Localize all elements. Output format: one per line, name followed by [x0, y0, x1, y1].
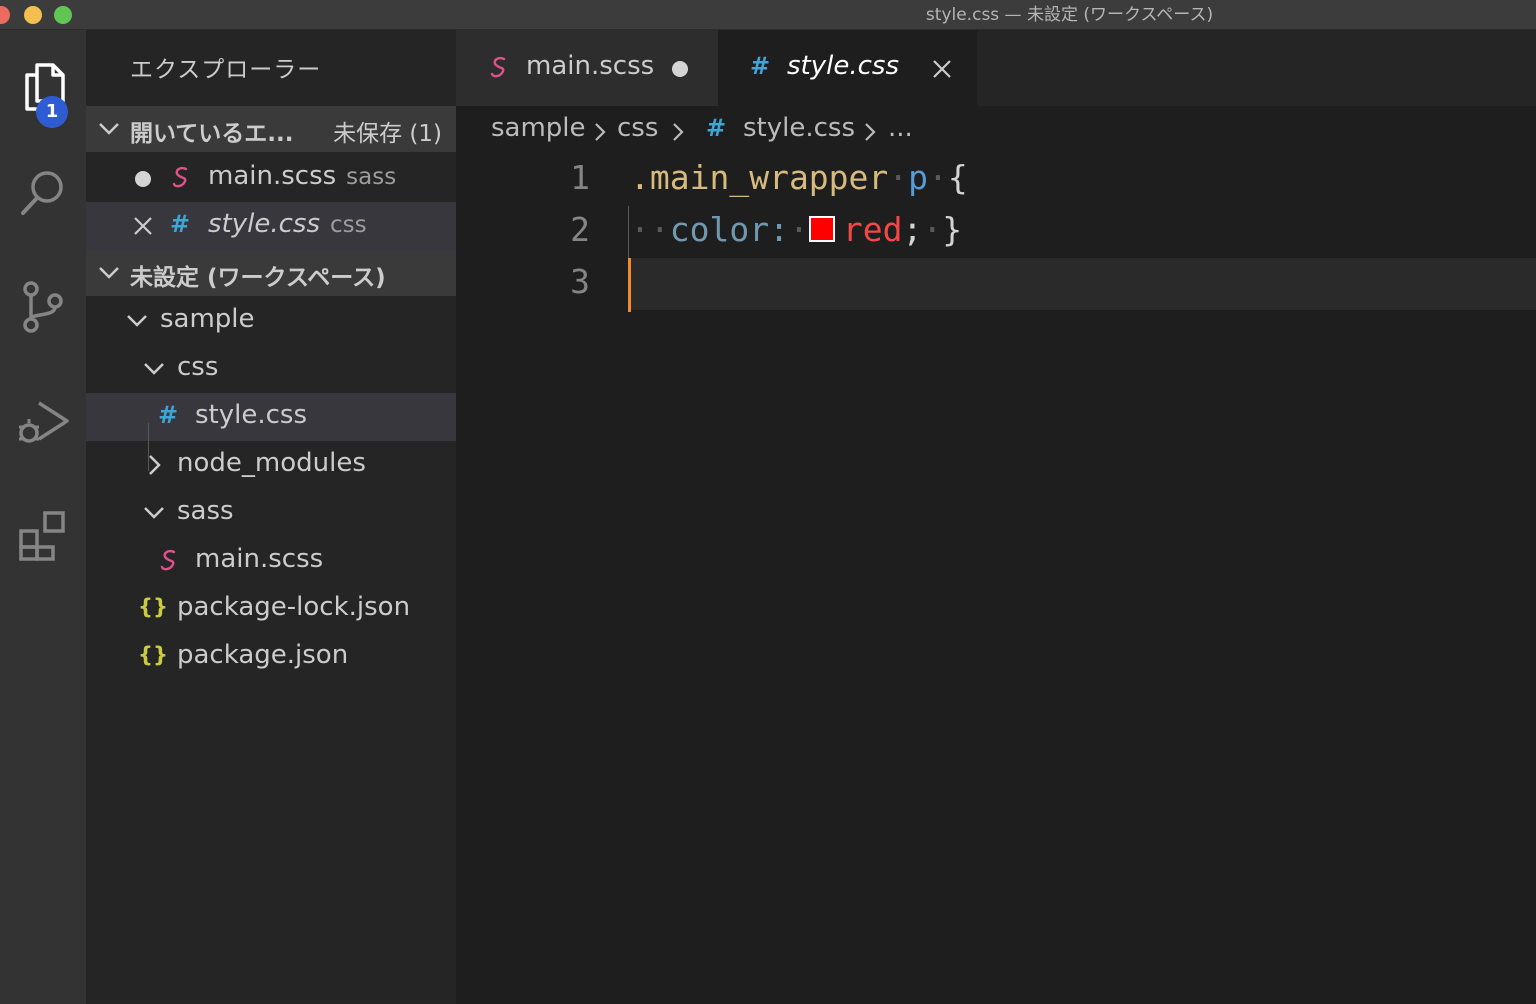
current-line-highlight [628, 258, 1536, 310]
activity-search[interactable] [0, 148, 86, 238]
tree-item-label: css [177, 352, 219, 382]
code-editor[interactable]: 1 2 3 .main_wrapper·p·{ ··color:· red;·} [456, 154, 1536, 1004]
open-editor-detail: css [330, 212, 367, 238]
modified-dot-icon[interactable] [135, 171, 151, 187]
json-icon: {} [138, 595, 168, 619]
chevron-right-icon [149, 455, 161, 475]
search-icon [21, 171, 63, 215]
text-cursor [628, 258, 631, 312]
line-number: 1 [570, 158, 590, 197]
extensions-icon [19, 511, 65, 561]
tree-item-sass[interactable]: sass [86, 489, 456, 537]
css-icon: # [158, 401, 179, 429]
css-icon: # [750, 52, 771, 80]
tree-item-label: node_modules [177, 448, 366, 478]
breadcrumb-item[interactable]: ... [888, 113, 913, 143]
breadcrumb-item[interactable]: sample [491, 113, 586, 143]
activity-source-control[interactable] [0, 262, 86, 352]
chevron-right-icon [595, 123, 606, 141]
activity-explorer[interactable]: 1 [0, 42, 86, 132]
tree-item-label: sample [160, 304, 255, 334]
breadcrumb-item[interactable]: css [617, 113, 658, 143]
css-semicolon: ; [902, 210, 923, 249]
open-editor-name: main.scss [208, 161, 337, 191]
chevron-down-icon [127, 315, 147, 327]
tree-item-label: style.css [195, 400, 307, 430]
tree-item-style-css[interactable]: # style.css [86, 393, 456, 441]
css-tag: p [908, 158, 929, 197]
color-swatch[interactable] [808, 215, 835, 242]
tree-item-package-lock-json[interactable]: {} package-lock.json [86, 585, 456, 633]
editor-tabs: main.scss # style.css [456, 30, 1536, 106]
tree-item-label: package-lock.json [177, 592, 411, 622]
breadcrumb: sample css # style.css ... [456, 106, 1536, 154]
source-control-icon [23, 281, 63, 333]
json-icon: {} [138, 643, 168, 667]
sass-icon [160, 549, 176, 571]
tree-item-sample[interactable]: sample [86, 297, 456, 345]
css-value: red [842, 210, 903, 249]
chevron-down-icon [144, 507, 164, 519]
indent-guide [628, 206, 629, 258]
tab-label: main.scss [526, 51, 655, 81]
open-editor-detail: sass [346, 164, 397, 190]
line-number: 2 [570, 210, 590, 249]
activity-run-debug[interactable] [0, 376, 86, 466]
chevron-right-icon [673, 123, 684, 141]
tree-item-label: main.scss [195, 544, 324, 574]
tab-main-scss[interactable]: main.scss [456, 30, 718, 106]
open-editor-item[interactable]: main.scss sass [86, 154, 456, 202]
unsaved-count-label: 未保存 (1) [333, 121, 442, 147]
explorer-title: エクスプローラー [130, 57, 322, 83]
workspace-label: 未設定 (ワークスペース) [130, 265, 386, 291]
close-icon[interactable] [932, 59, 952, 79]
open-editor-name: style.css [208, 209, 320, 239]
tree-item-label: package.json [177, 640, 349, 670]
tab-label: style.css [787, 51, 899, 81]
tree-item-label: sass [177, 496, 234, 526]
tree-item-node-modules[interactable]: node_modules [86, 441, 456, 489]
css-selector: .main_wrapper [630, 158, 889, 197]
css-brace-close: } [942, 210, 963, 249]
chevron-down-icon [144, 363, 164, 375]
window-title: style.css — 未設定 (ワークスペース) [925, 5, 1214, 25]
css-property: color: [669, 210, 789, 249]
activity-bar: 1 [0, 30, 86, 1004]
modified-dot-icon[interactable] [672, 61, 688, 77]
chevron-down-icon [99, 267, 119, 279]
workspace-header[interactable]: 未設定 (ワークスペース) [86, 250, 456, 296]
open-editors-header[interactable]: 開いているエ... 未保存 (1) [86, 106, 456, 152]
chevron-down-icon [99, 123, 119, 135]
explorer-sidebar: エクスプローラー 開いているエ... 未保存 (1) main.scss sass… [86, 30, 456, 1004]
code-line-2[interactable]: ··color:· red;·} [630, 210, 962, 249]
activity-extensions[interactable] [0, 490, 86, 580]
breadcrumb-item[interactable]: style.css [743, 113, 855, 143]
open-editors-label: 開いているエ... [130, 121, 294, 147]
tree-item-main-scss[interactable]: main.scss [86, 537, 456, 585]
line-number: 3 [570, 262, 590, 301]
tree-item-css[interactable]: css [86, 345, 456, 393]
tree-item-package-json[interactable]: {} package.json [86, 633, 456, 681]
chevron-right-icon [865, 123, 876, 141]
css-icon: # [706, 114, 727, 142]
sass-icon [490, 56, 506, 78]
code-line-1[interactable]: .main_wrapper·p·{ [630, 158, 968, 197]
run-debug-icon [19, 401, 69, 443]
css-icon: # [170, 210, 191, 238]
close-icon[interactable] [133, 216, 153, 236]
css-brace-open: { [947, 158, 968, 197]
title-bar: style.css — 未設定 (ワークスペース) [0, 0, 1536, 30]
unsaved-count-badge: 1 [36, 96, 68, 128]
sass-icon [172, 166, 188, 188]
open-editor-item[interactable]: # style.css css [86, 202, 456, 250]
tab-style-css[interactable]: # style.css [718, 30, 977, 106]
